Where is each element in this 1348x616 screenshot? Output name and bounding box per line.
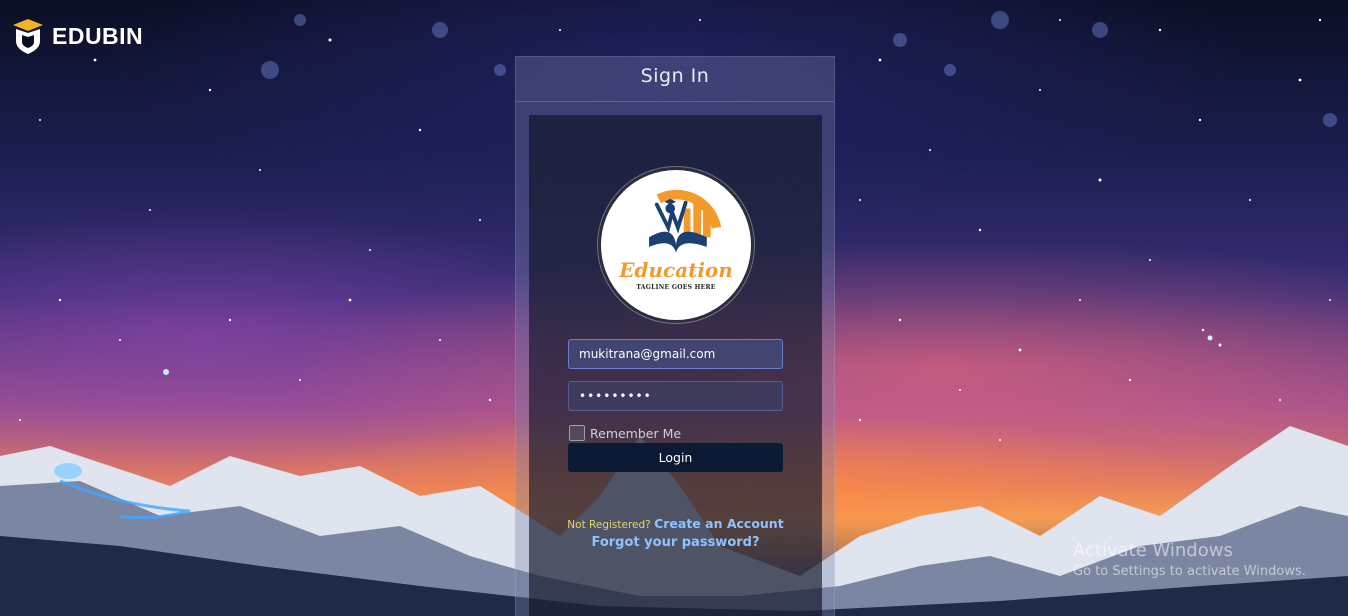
- create-account-link[interactable]: Create an Account: [654, 516, 784, 531]
- brand-name: EDUBIN: [52, 22, 144, 49]
- logo-main-text: Education: [619, 258, 733, 282]
- login-button[interactable]: Login: [568, 443, 783, 472]
- remember-me-label: Remember Me: [590, 425, 682, 441]
- email-field[interactable]: [568, 339, 783, 369]
- login-form: Education TAGLINE GOES HERE Remember Me …: [529, 115, 822, 616]
- signin-panel: Sign In Education TAGLINE GOES HERE Reme…: [515, 56, 835, 616]
- remember-me[interactable]: Remember Me: [569, 425, 681, 441]
- activate-title: Activate Windows: [1073, 540, 1233, 561]
- brand-logo[interactable]: EDUBIN: [12, 17, 143, 55]
- graduation-shield-icon: [13, 19, 43, 54]
- remember-me-checkbox[interactable]: [569, 425, 585, 441]
- signin-title: Sign In: [516, 57, 834, 102]
- windows-activation-watermark: Activate Windows Go to Settings to activ…: [1073, 540, 1306, 579]
- activate-subtitle: Go to Settings to activate Windows.: [1073, 564, 1306, 579]
- password-field[interactable]: [568, 381, 783, 411]
- register-prompt: Not Registered? Create an Account: [529, 516, 822, 531]
- not-registered-text: Not Registered?: [567, 519, 651, 531]
- forgot-password-link[interactable]: Forgot your password?: [529, 535, 822, 550]
- logo-tagline: TAGLINE GOES HERE: [636, 284, 716, 291]
- education-logo: Education TAGLINE GOES HERE: [598, 167, 754, 323]
